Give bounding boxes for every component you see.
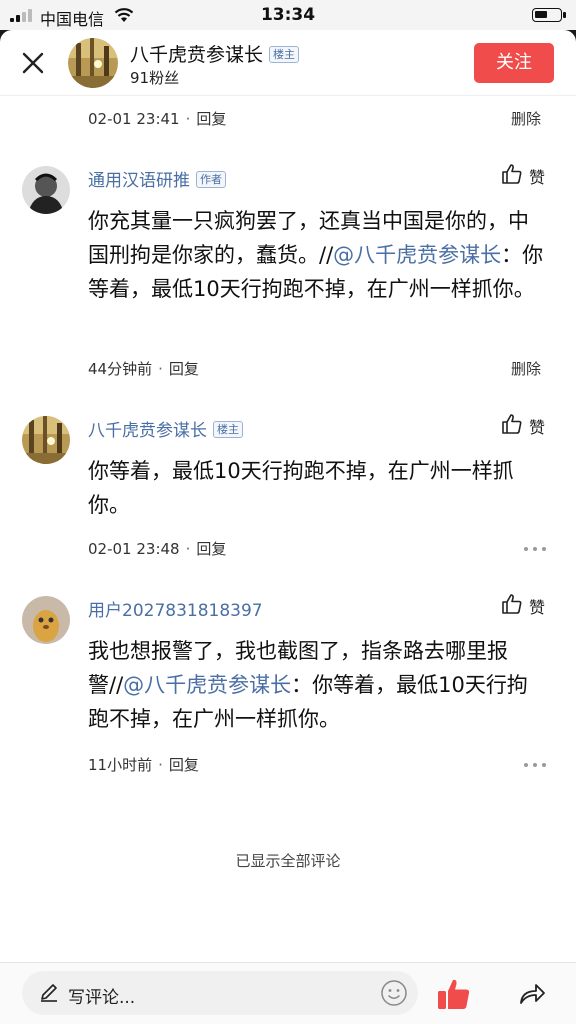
like-button[interactable]: 赞: [500, 412, 548, 437]
thumbs-up-icon: [502, 594, 522, 614]
like-button[interactable]: 赞: [500, 162, 548, 187]
mention-link[interactable]: @八千虎贲参谋长: [333, 243, 501, 267]
avatar[interactable]: [68, 38, 118, 88]
share-arrow-icon[interactable]: [516, 979, 546, 1009]
like-button[interactable]: 赞: [500, 592, 548, 617]
comment-author[interactable]: 八千虎贲参谋长 楼主: [88, 416, 243, 441]
follow-button[interactable]: 关注: [474, 43, 554, 83]
comment-author[interactable]: 用户2027831818397: [88, 596, 263, 621]
author-name[interactable]: 八千虎贲参谋长 楼主: [130, 40, 300, 67]
all-comments-shown-note: 已显示全部评论: [235, 852, 341, 870]
avatar[interactable]: [22, 416, 70, 464]
header: 八千虎贲参谋长 楼主 91粉丝 关注: [0, 30, 576, 96]
timestamp: 02-01 23:48: [88, 540, 180, 558]
comment-text: 你充其量一只疯狗罢了，还真当中国是你的，中国刑拘是你家的，蠢货。//@八千虎贲参…: [88, 209, 544, 301]
comment-meta: 11小时前 · 回复: [88, 756, 199, 774]
comment-detail-sheet: 八千虎贲参谋长 楼主 91粉丝 关注 02-01 23:41 · 回复 删除 通用汉语…: [0, 30, 576, 1024]
comment-text: 我也想报警了，我也截图了，指条路去哪里报警//@八千虎贲参谋长：你等着，最低10…: [88, 639, 528, 731]
timestamp: 11小时前: [88, 756, 153, 774]
reply-button[interactable]: 回复: [196, 110, 226, 128]
comment-meta: 44分钟前 · 回复: [88, 360, 199, 378]
thumbs-up-icon: [502, 414, 522, 434]
top-meta: 02-01 23:41 · 回复: [88, 110, 227, 128]
more-dots-icon[interactable]: [524, 762, 546, 768]
author-badge: 作者: [196, 171, 226, 188]
mention-link[interactable]: @八千虎贲参谋长: [123, 673, 291, 697]
clock: 13:34: [260, 5, 316, 25]
reply-button[interactable]: 回复: [169, 756, 199, 774]
thumbs-up-icon[interactable]: [436, 977, 472, 1011]
status-bar: 中国电信 13:34: [0, 0, 576, 30]
reply-button[interactable]: 回复: [196, 540, 226, 558]
close-icon[interactable]: [20, 50, 46, 76]
comment-placeholder: 写评论...: [68, 988, 136, 1008]
thumbs-up-icon: [502, 164, 522, 184]
emoji-icon[interactable]: [380, 979, 408, 1007]
delete-button[interactable]: 删除: [511, 358, 541, 379]
battery-icon: [532, 8, 566, 22]
timestamp: 44分钟前: [88, 360, 153, 378]
bottom-bar: 写评论...: [0, 962, 576, 1024]
comment-author[interactable]: 通用汉语研推 作者: [88, 166, 226, 191]
fans-count: 91粉丝: [130, 69, 180, 87]
comment-meta: 02-01 23:48 · 回复: [88, 540, 227, 558]
delete-button[interactable]: 删除: [511, 108, 541, 129]
comment-text: 你等着，最低10天行拘跑不掉，在广州一样抓你。: [88, 459, 514, 517]
timestamp: 02-01 23:41: [88, 110, 180, 128]
avatar[interactable]: [22, 166, 70, 214]
more-dots-icon[interactable]: [524, 546, 546, 552]
reply-button[interactable]: 回复: [169, 360, 199, 378]
avatar[interactable]: [22, 596, 70, 644]
owner-badge: 楼主: [213, 421, 243, 438]
owner-badge: 楼主: [269, 46, 300, 63]
pencil-icon: [41, 984, 57, 1002]
write-comment-input[interactable]: 写评论...: [22, 971, 418, 1015]
